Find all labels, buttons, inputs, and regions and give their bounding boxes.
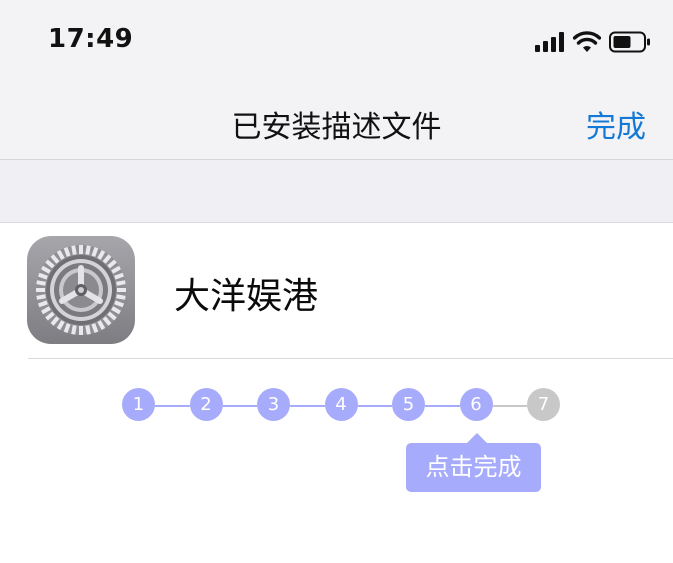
tooltip-arrow: [467, 433, 487, 443]
stepper-connector: [290, 405, 325, 407]
profile-row[interactable]: 大洋娱港: [0, 223, 673, 358]
stepper-connector: [357, 405, 392, 407]
stepper-connector: [425, 405, 460, 407]
progress-stepper: 1 2 3 4 5 6 7: [0, 388, 673, 424]
status-time: 17:49: [48, 24, 134, 54]
profile-name: 大洋娱港: [174, 276, 319, 317]
step-4[interactable]: 4: [324, 388, 358, 421]
status-bar: 17:49: [0, 0, 673, 84]
step-1[interactable]: 1: [122, 388, 155, 421]
wifi-icon: [573, 31, 601, 52]
step-7[interactable]: 7: [527, 388, 560, 421]
stepper-connector: [492, 405, 527, 407]
screen: 17:49 已安装描述文件 完成 大洋娱港 1 2 3 4 5 6 7 点击完成: [0, 0, 673, 563]
stepper-connector: [155, 405, 190, 407]
cellular-signal-icon: [535, 32, 564, 52]
status-icons: [535, 30, 651, 54]
navigation-bar: 已安装描述文件 完成: [0, 84, 673, 160]
section-spacer: [0, 160, 673, 223]
row-divider: [28, 358, 673, 359]
step-2[interactable]: 2: [189, 388, 223, 421]
hint-tooltip: 点击完成: [406, 443, 541, 492]
step-5[interactable]: 5: [392, 388, 425, 421]
settings-gear-icon: [27, 236, 135, 344]
step-3[interactable]: 3: [257, 388, 290, 421]
page-title: 已安装描述文件: [231, 110, 442, 145]
step-6[interactable]: 6: [459, 388, 493, 421]
stepper-connector: [222, 405, 257, 407]
battery-icon: [609, 31, 650, 53]
done-button[interactable]: 完成: [586, 102, 646, 146]
